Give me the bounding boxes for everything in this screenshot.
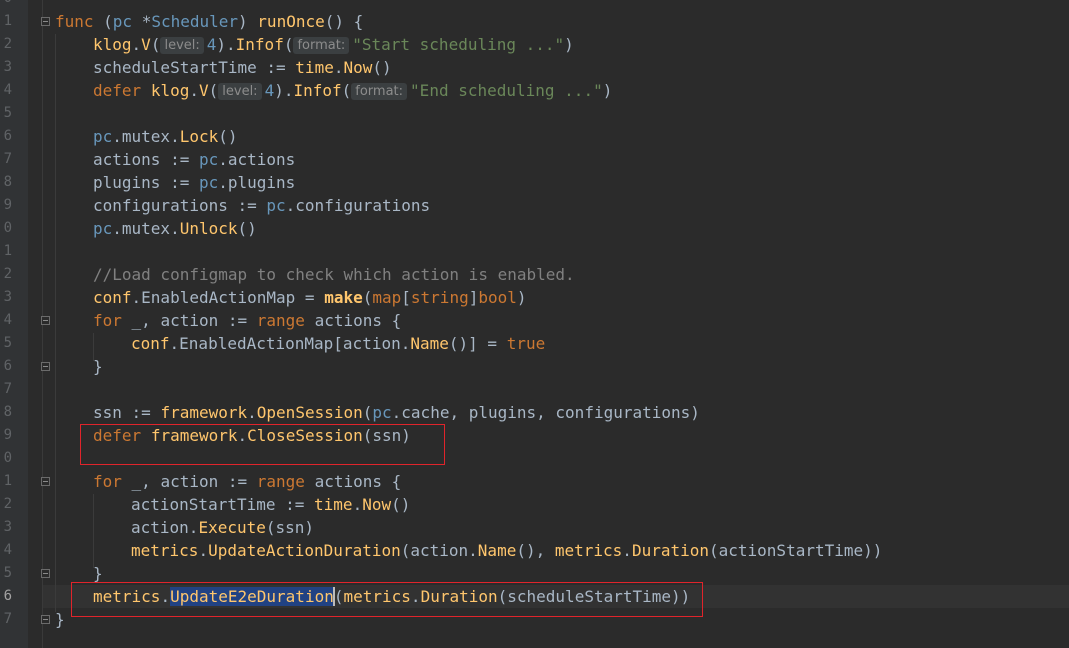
line-number: 4: [3, 82, 12, 98]
code-line[interactable]: pc.mutex.Unlock(): [93, 217, 257, 240]
highlight-box-close-session: [80, 424, 445, 465]
line-number: 8: [3, 404, 12, 420]
fold-icon[interactable]: [41, 362, 50, 371]
code-line[interactable]: conf.EnabledActionMap = make(map[string]…: [93, 286, 527, 309]
line-number: 3: [3, 519, 12, 535]
type-name: Scheduler: [151, 12, 239, 31]
parameter-hint: level:: [160, 37, 204, 54]
line-number: 1: [3, 13, 12, 29]
code-line[interactable]: klog.V(level: 4).Infof(format: "Start sche…: [93, 33, 574, 56]
fold-icon[interactable]: [41, 615, 50, 624]
line-number: 2: [3, 496, 12, 512]
line-number: 7: [3, 151, 12, 167]
code-line[interactable]: }: [55, 608, 65, 631]
line-number: 6: [3, 588, 12, 604]
code-editor[interactable]: 0 1 2 3 4 5 6 7 8 9 0 1 2 3 4 5 6 7 8 9 0 1 2 3 4 5 6 7 func (pc *S…: [0, 0, 1069, 648]
parameter-hint: format:: [351, 83, 408, 100]
code-line[interactable]: //Load configmap to check which action i…: [93, 263, 575, 286]
line-number: 6: [3, 128, 12, 144]
line-number: 5: [3, 105, 12, 121]
fold-icon[interactable]: [41, 17, 50, 26]
indent-guide: [55, 34, 56, 612]
line-number: 0: [0, 0, 12, 10]
code-line[interactable]: func (pc *Scheduler) runOnce() {: [55, 10, 363, 33]
line-number: 2: [3, 36, 12, 52]
code-line[interactable]: plugins := pc.plugins: [93, 171, 295, 194]
line-number: 1: [3, 243, 12, 259]
receiver: pc: [112, 12, 133, 31]
code-line[interactable]: actionStartTime := time.Now(): [131, 493, 410, 516]
line-number: 0: [3, 220, 12, 236]
parameter-hint: format:: [293, 37, 350, 54]
code-line[interactable]: defer klog.V(level: 4).Infof(format: "End …: [93, 79, 612, 102]
line-number: 3: [3, 59, 12, 75]
line-number: 7: [3, 611, 12, 627]
code-line[interactable]: ssn := framework.OpenSession(pc.cache, p…: [93, 401, 700, 424]
code-line[interactable]: for _, action := range actions {: [93, 470, 401, 493]
line-number: 1: [3, 473, 12, 489]
line-number: 0: [3, 450, 12, 466]
fold-icon[interactable]: [41, 569, 50, 578]
line-number: 8: [3, 174, 12, 190]
code-line[interactable]: configurations := pc.configurations: [93, 194, 430, 217]
fold-icon[interactable]: [41, 316, 50, 325]
highlight-box-update-e2e: [71, 582, 703, 617]
line-number: 9: [3, 427, 12, 443]
parameter-hint: level:: [218, 83, 262, 100]
code-line[interactable]: actions := pc.actions: [93, 148, 295, 171]
indent-guide: [93, 494, 94, 568]
line-number: 7: [3, 381, 12, 397]
line-number: 3: [3, 289, 12, 305]
code-line[interactable]: pc.mutex.Lock(): [93, 125, 238, 148]
code-line[interactable]: metrics.UpdateActionDuration(action.Name…: [131, 539, 882, 562]
line-number: 2: [3, 266, 12, 282]
code-line[interactable]: for _, action := range actions {: [93, 309, 401, 332]
line-number: 5: [3, 565, 12, 581]
function-name: runOnce: [257, 12, 325, 31]
code-line[interactable]: scheduleStartTime := time.Now(): [93, 56, 392, 79]
code-line[interactable]: conf.EnabledActionMap[action.Name()] = t…: [131, 332, 545, 355]
keyword: func: [55, 12, 94, 31]
line-number: 4: [3, 312, 12, 328]
line-number: 4: [3, 542, 12, 558]
comment: //Load configmap to check which action i…: [93, 265, 575, 284]
fold-icon[interactable]: [41, 477, 50, 486]
line-number: 6: [3, 358, 12, 374]
code-line[interactable]: }: [93, 355, 103, 378]
line-number-gutter: 0 1 2 3 4 5 6 7 8 9 0 1 2 3 4 5 6 7 8 9 0 1 2 3 4 5 6 7: [0, 0, 28, 648]
code-line[interactable]: action.Execute(ssn): [131, 516, 314, 539]
line-number: 9: [3, 197, 12, 213]
line-number: 5: [3, 335, 12, 351]
